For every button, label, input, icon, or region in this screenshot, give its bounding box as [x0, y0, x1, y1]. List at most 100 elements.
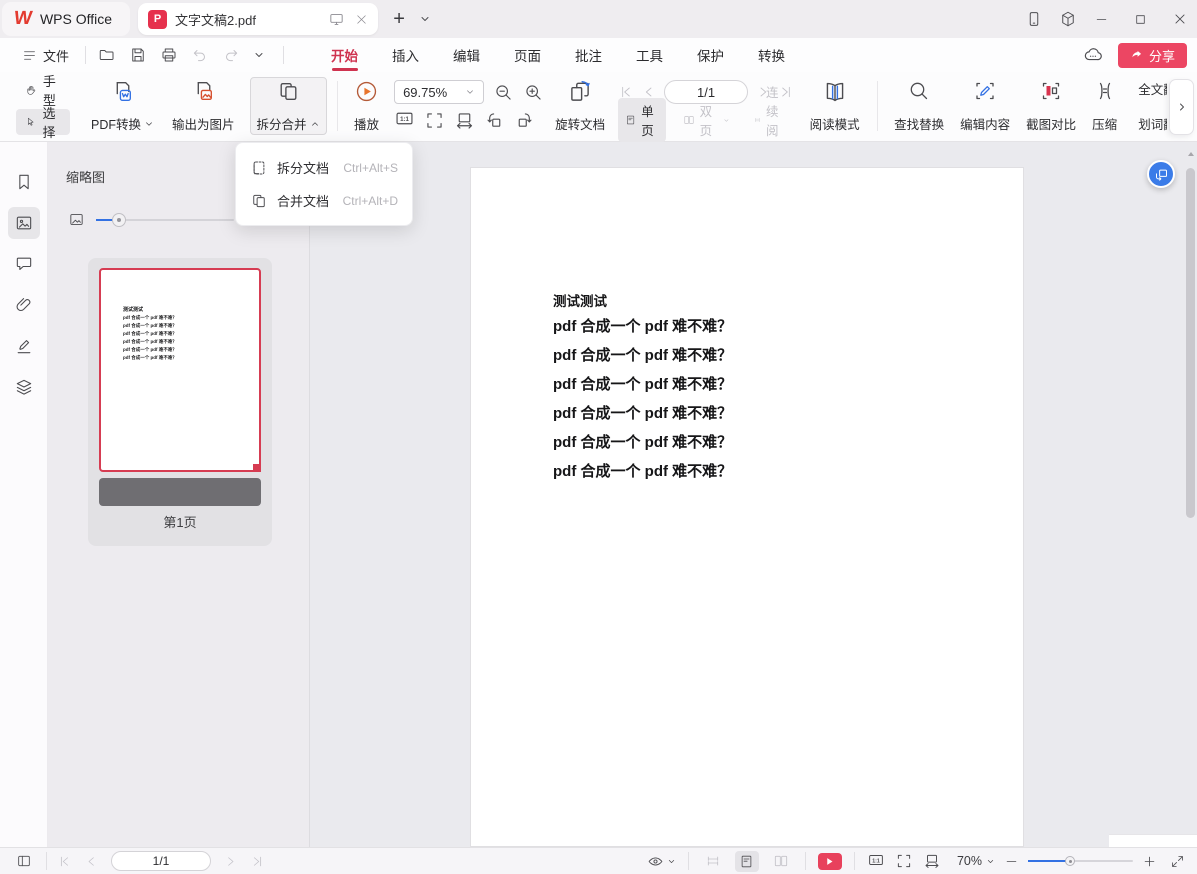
continuous-read-icon[interactable]: [701, 851, 725, 872]
tab-title: 文字文稿2.pdf: [175, 10, 328, 29]
select-tool-button[interactable]: 选择: [16, 109, 70, 135]
word-translate-button[interactable]: 文A 划词翻译: [1134, 114, 1167, 133]
edit-content-button[interactable]: 编辑内容: [953, 77, 1017, 135]
minimize-button[interactable]: [1095, 13, 1108, 26]
menu-tab-edit[interactable]: 编辑: [436, 38, 497, 72]
floating-convert-button[interactable]: [1147, 160, 1175, 188]
rotate-left-icon[interactable]: [484, 110, 505, 131]
fit-page-icon[interactable]: [895, 852, 913, 870]
statusbar-page-input[interactable]: [111, 851, 211, 871]
single-page-view-icon[interactable]: [735, 851, 759, 872]
page-thumbnail-card[interactable]: 测试测试 pdf 合成一个 pdf 难不难？ pdf 合成一个 pdf 难不难？…: [88, 258, 272, 546]
monitor-icon[interactable]: [328, 11, 345, 28]
print-icon[interactable]: [160, 46, 178, 64]
menu-tab-convert[interactable]: 转换: [741, 38, 802, 72]
prev-page-icon[interactable]: [84, 854, 99, 869]
view-options-button[interactable]: [647, 853, 676, 870]
cloud-sync-icon[interactable]: [1082, 44, 1104, 66]
pdf-page[interactable]: 测试测试 pdf 合成一个 pdf 难不难？ pdf 合成一个 pdf 难不难？…: [470, 167, 1024, 847]
toggle-sidebar-icon[interactable]: [12, 851, 36, 872]
bookmarks-panel-button[interactable]: [8, 166, 40, 198]
thumbnails-panel-button[interactable]: [8, 207, 40, 239]
comment-icon: [14, 254, 34, 274]
file-menu-button[interactable]: 文件: [14, 42, 77, 68]
fit-width-icon[interactable]: [923, 852, 941, 870]
maximize-button[interactable]: [1134, 13, 1147, 26]
last-page-icon[interactable]: [250, 854, 265, 869]
redo-icon[interactable]: [222, 46, 240, 64]
menu-tab-comment[interactable]: 批注: [558, 38, 619, 72]
comments-panel-button[interactable]: [8, 248, 40, 280]
close-button[interactable]: [1173, 12, 1187, 26]
ribbon-expand-button[interactable]: [1169, 79, 1194, 135]
cube-apps-icon[interactable]: [1055, 6, 1081, 32]
read-mode-button[interactable]: 阅读模式: [803, 77, 867, 135]
new-tab-button[interactable]: +: [386, 6, 412, 32]
zoom-slider-handle[interactable]: [1065, 856, 1075, 866]
tab-list-chevron-icon[interactable]: [412, 6, 438, 32]
menu-tab-page[interactable]: 页面: [497, 38, 558, 72]
actual-size-icon[interactable]: 1:1: [394, 108, 415, 132]
pdf-convert-button[interactable]: PDF转换: [84, 77, 161, 135]
menu-tab-home[interactable]: 开始: [314, 38, 375, 72]
scrollbar-thumb[interactable]: [1186, 168, 1195, 518]
open-folder-icon[interactable]: [98, 46, 116, 64]
first-page-icon[interactable]: [57, 854, 72, 869]
quickbar-chevron-icon[interactable]: [253, 49, 265, 61]
app-logo[interactable]: W WPS Office: [2, 2, 130, 36]
vertical-scrollbar[interactable]: [1186, 148, 1196, 847]
paperclip-icon: [14, 295, 34, 315]
thumbnail-size-slider[interactable]: [96, 219, 234, 221]
attachments-panel-button[interactable]: [8, 289, 40, 321]
screenshot-compare-button[interactable]: 截图对比: [1019, 77, 1083, 135]
zoom-out-icon[interactable]: [493, 82, 514, 103]
single-page-view-button[interactable]: 单页: [618, 98, 666, 142]
save-icon[interactable]: [129, 46, 147, 64]
double-page-view-icon[interactable]: [769, 851, 793, 872]
signature-panel-button[interactable]: [8, 330, 40, 362]
menu-item-split-document[interactable]: 拆分文档 Ctrl+Alt+S: [236, 151, 412, 184]
pen-icon: [14, 336, 34, 356]
zoom-level-combobox[interactable]: 69.75%: [394, 80, 484, 104]
fit-width-icon[interactable]: [454, 110, 475, 131]
zoom-in-icon[interactable]: [523, 82, 544, 103]
image-icon: [14, 213, 34, 233]
statusbar: 1:1 70%: [0, 847, 1197, 874]
document-area[interactable]: 测试测试 pdf 合成一个 pdf 难不难？ pdf 合成一个 pdf 难不难？…: [310, 142, 1197, 847]
layers-panel-button[interactable]: [8, 371, 40, 403]
rotate-document-button[interactable]: 旋转文档: [548, 77, 612, 135]
next-page-icon[interactable]: [223, 854, 238, 869]
scroll-up-icon[interactable]: [1187, 150, 1195, 158]
zoom-out-minus-icon[interactable]: [1005, 855, 1018, 868]
zoom-slider[interactable]: [1028, 860, 1133, 862]
bookmark-icon: [14, 172, 34, 192]
play-button[interactable]: 播放: [347, 77, 386, 135]
actual-size-icon[interactable]: 1:1: [867, 851, 885, 872]
fullscreen-icon[interactable]: [1170, 854, 1185, 869]
compress-button[interactable]: 压缩: [1085, 77, 1124, 135]
find-replace-button[interactable]: 查找替换: [887, 77, 951, 135]
document-tab[interactable]: P 文字文稿2.pdf: [138, 3, 378, 35]
rotate-document-icon: [567, 79, 593, 105]
menu-tab-tools[interactable]: 工具: [619, 38, 680, 72]
fit-page-icon[interactable]: [424, 110, 445, 131]
menu-item-merge-document[interactable]: 合并文档 Ctrl+Alt+D: [236, 184, 412, 217]
zoom-in-plus-icon[interactable]: [1143, 855, 1156, 868]
tab-close-icon[interactable]: [355, 13, 368, 26]
menu-tab-protect[interactable]: 保护: [680, 38, 741, 72]
zoom-level-button[interactable]: 70%: [957, 854, 995, 868]
rotate-right-icon[interactable]: [514, 110, 535, 131]
fulltext-translate-button[interactable]: A文 全文翻译: [1134, 79, 1167, 98]
menu-tab-insert[interactable]: 插入: [375, 38, 436, 72]
share-button[interactable]: 分享: [1118, 43, 1187, 68]
page-thumbnail[interactable]: 测试测试 pdf 合成一个 pdf 难不难？ pdf 合成一个 pdf 难不难？…: [99, 268, 261, 472]
split-merge-button[interactable]: 拆分合并: [250, 77, 327, 135]
undo-icon[interactable]: [191, 46, 209, 64]
mobile-device-icon[interactable]: [1021, 6, 1047, 32]
hand-tool-button[interactable]: 手型: [16, 77, 70, 103]
edit-pencil-icon: [973, 79, 997, 103]
play-presentation-button[interactable]: [818, 853, 842, 870]
double-page-view-button[interactable]: 双页: [676, 98, 738, 142]
output-as-image-button[interactable]: 输出为图片: [165, 77, 242, 135]
slider-handle[interactable]: [112, 213, 126, 227]
